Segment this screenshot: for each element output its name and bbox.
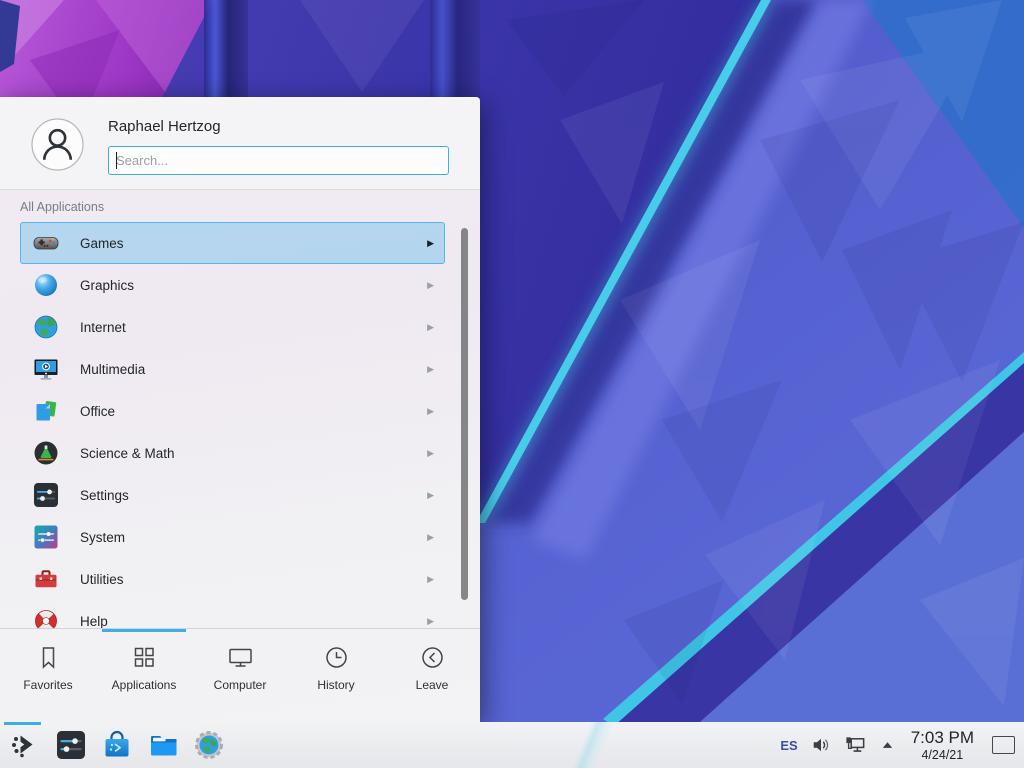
launcher-header: Raphael Hertzog (0, 97, 480, 190)
tab-label: Applications (112, 678, 177, 692)
taskbar-panel: ES 7:03 PM 4/24/21 (0, 722, 1024, 768)
expand-tray-arrow-icon[interactable] (880, 738, 895, 753)
launcher-active-indicator (4, 722, 41, 725)
menu-item-label: System (80, 530, 427, 545)
launcher-tab-bar: Favorites Applications Computer (0, 628, 480, 722)
system-settings-icon[interactable] (55, 729, 87, 761)
leave-back-icon (419, 644, 446, 671)
panel-translucency-streak (548, 722, 638, 768)
multimedia-screen-icon (33, 356, 59, 382)
search-field-wrap (108, 146, 449, 175)
menu-item-help[interactable]: Help ▶ (20, 600, 445, 628)
menu-item-label: Office (80, 404, 427, 419)
menu-item-label: Science & Math (80, 446, 427, 461)
submenu-arrow-icon: ▶ (427, 364, 434, 375)
menu-item-internet[interactable]: Internet ▶ (20, 306, 445, 348)
search-input[interactable] (108, 146, 449, 175)
menu-item-graphics[interactable]: Graphics ▶ (20, 264, 445, 306)
menu-item-label: Help (80, 614, 427, 629)
tab-computer[interactable]: Computer (192, 629, 288, 722)
menu-item-games[interactable]: Games ▶ (20, 222, 445, 264)
text-caret (116, 152, 117, 169)
tab-label: Leave (416, 678, 449, 692)
submenu-arrow-icon: ▶ (427, 406, 434, 417)
menu-item-settings[interactable]: Settings ▶ (20, 474, 445, 516)
utilities-toolbox-icon (33, 566, 59, 592)
graphics-sphere-icon (33, 272, 59, 298)
digital-clock[interactable]: 7:03 PM 4/24/21 (911, 728, 974, 761)
submenu-arrow-icon: ▶ (427, 616, 434, 627)
games-gamepad-icon (33, 230, 59, 256)
submenu-arrow-icon: ▶ (427, 574, 434, 585)
menu-item-label: Utilities (80, 572, 427, 587)
menu-item-label: Games (80, 236, 427, 251)
system-sliders-icon (33, 524, 59, 550)
submenu-arrow-icon: ▶ (427, 490, 434, 501)
submenu-arrow-icon: ▶ (427, 448, 434, 459)
favorites-bookmark-icon (35, 644, 62, 671)
section-label: All Applications (20, 200, 104, 214)
clock-time: 7:03 PM (911, 728, 974, 747)
list-scrollbar[interactable] (461, 228, 468, 600)
konqueror-browser-icon[interactable] (193, 729, 225, 761)
office-documents-icon (33, 398, 59, 424)
menu-item-label: Graphics (80, 278, 427, 293)
submenu-arrow-icon: ▶ (427, 532, 434, 543)
menu-item-label: Internet (80, 320, 427, 335)
application-launcher-menu: Raphael Hertzog All Applications Games (0, 97, 480, 722)
show-desktop-button[interactable] (992, 736, 1015, 754)
keyboard-layout-indicator[interactable]: ES (780, 738, 797, 753)
settings-sliders-icon (33, 482, 59, 508)
menu-item-science-math[interactable]: Science & Math ▶ (20, 432, 445, 474)
application-category-list: Games ▶ Graphics ▶ (20, 222, 445, 628)
discover-software-icon[interactable] (101, 729, 133, 761)
menu-item-multimedia[interactable]: Multimedia ▶ (20, 348, 445, 390)
tab-label: Computer (214, 678, 267, 692)
menu-item-label: Settings (80, 488, 427, 503)
help-lifebuoy-icon (33, 608, 59, 628)
menu-item-office[interactable]: Office ▶ (20, 390, 445, 432)
network-icon[interactable] (844, 734, 867, 757)
active-tab-indicator (102, 629, 186, 632)
menu-item-utilities[interactable]: Utilities ▶ (20, 558, 445, 600)
volume-icon[interactable] (811, 735, 831, 755)
science-flask-icon (33, 440, 59, 466)
history-clock-icon (323, 644, 350, 671)
submenu-arrow-icon: ▶ (427, 238, 434, 249)
menu-item-system[interactable]: System ▶ (20, 516, 445, 558)
submenu-arrow-icon: ▶ (427, 322, 434, 333)
tab-label: Favorites (23, 678, 72, 692)
user-avatar-icon[interactable] (31, 118, 84, 171)
menu-item-label: Multimedia (80, 362, 427, 377)
system-tray: ES 7:03 PM 4/24/21 (780, 728, 1024, 761)
desktop: Raphael Hertzog All Applications Games (0, 0, 1024, 768)
applications-grid-icon (131, 644, 158, 671)
tab-applications[interactable]: Applications (96, 629, 192, 722)
kde-launcher-icon[interactable] (9, 729, 41, 761)
dolphin-file-manager-icon[interactable] (147, 729, 179, 761)
tab-history[interactable]: History (288, 629, 384, 722)
panel-app-icons (0, 729, 225, 761)
tab-label: History (317, 678, 354, 692)
tab-favorites[interactable]: Favorites (0, 629, 96, 722)
internet-globe-icon (33, 314, 59, 340)
user-name: Raphael Hertzog (108, 118, 221, 135)
tab-leave[interactable]: Leave (384, 629, 480, 722)
computer-monitor-icon (227, 644, 254, 671)
clock-date: 4/24/21 (911, 748, 974, 762)
submenu-arrow-icon: ▶ (427, 280, 434, 291)
